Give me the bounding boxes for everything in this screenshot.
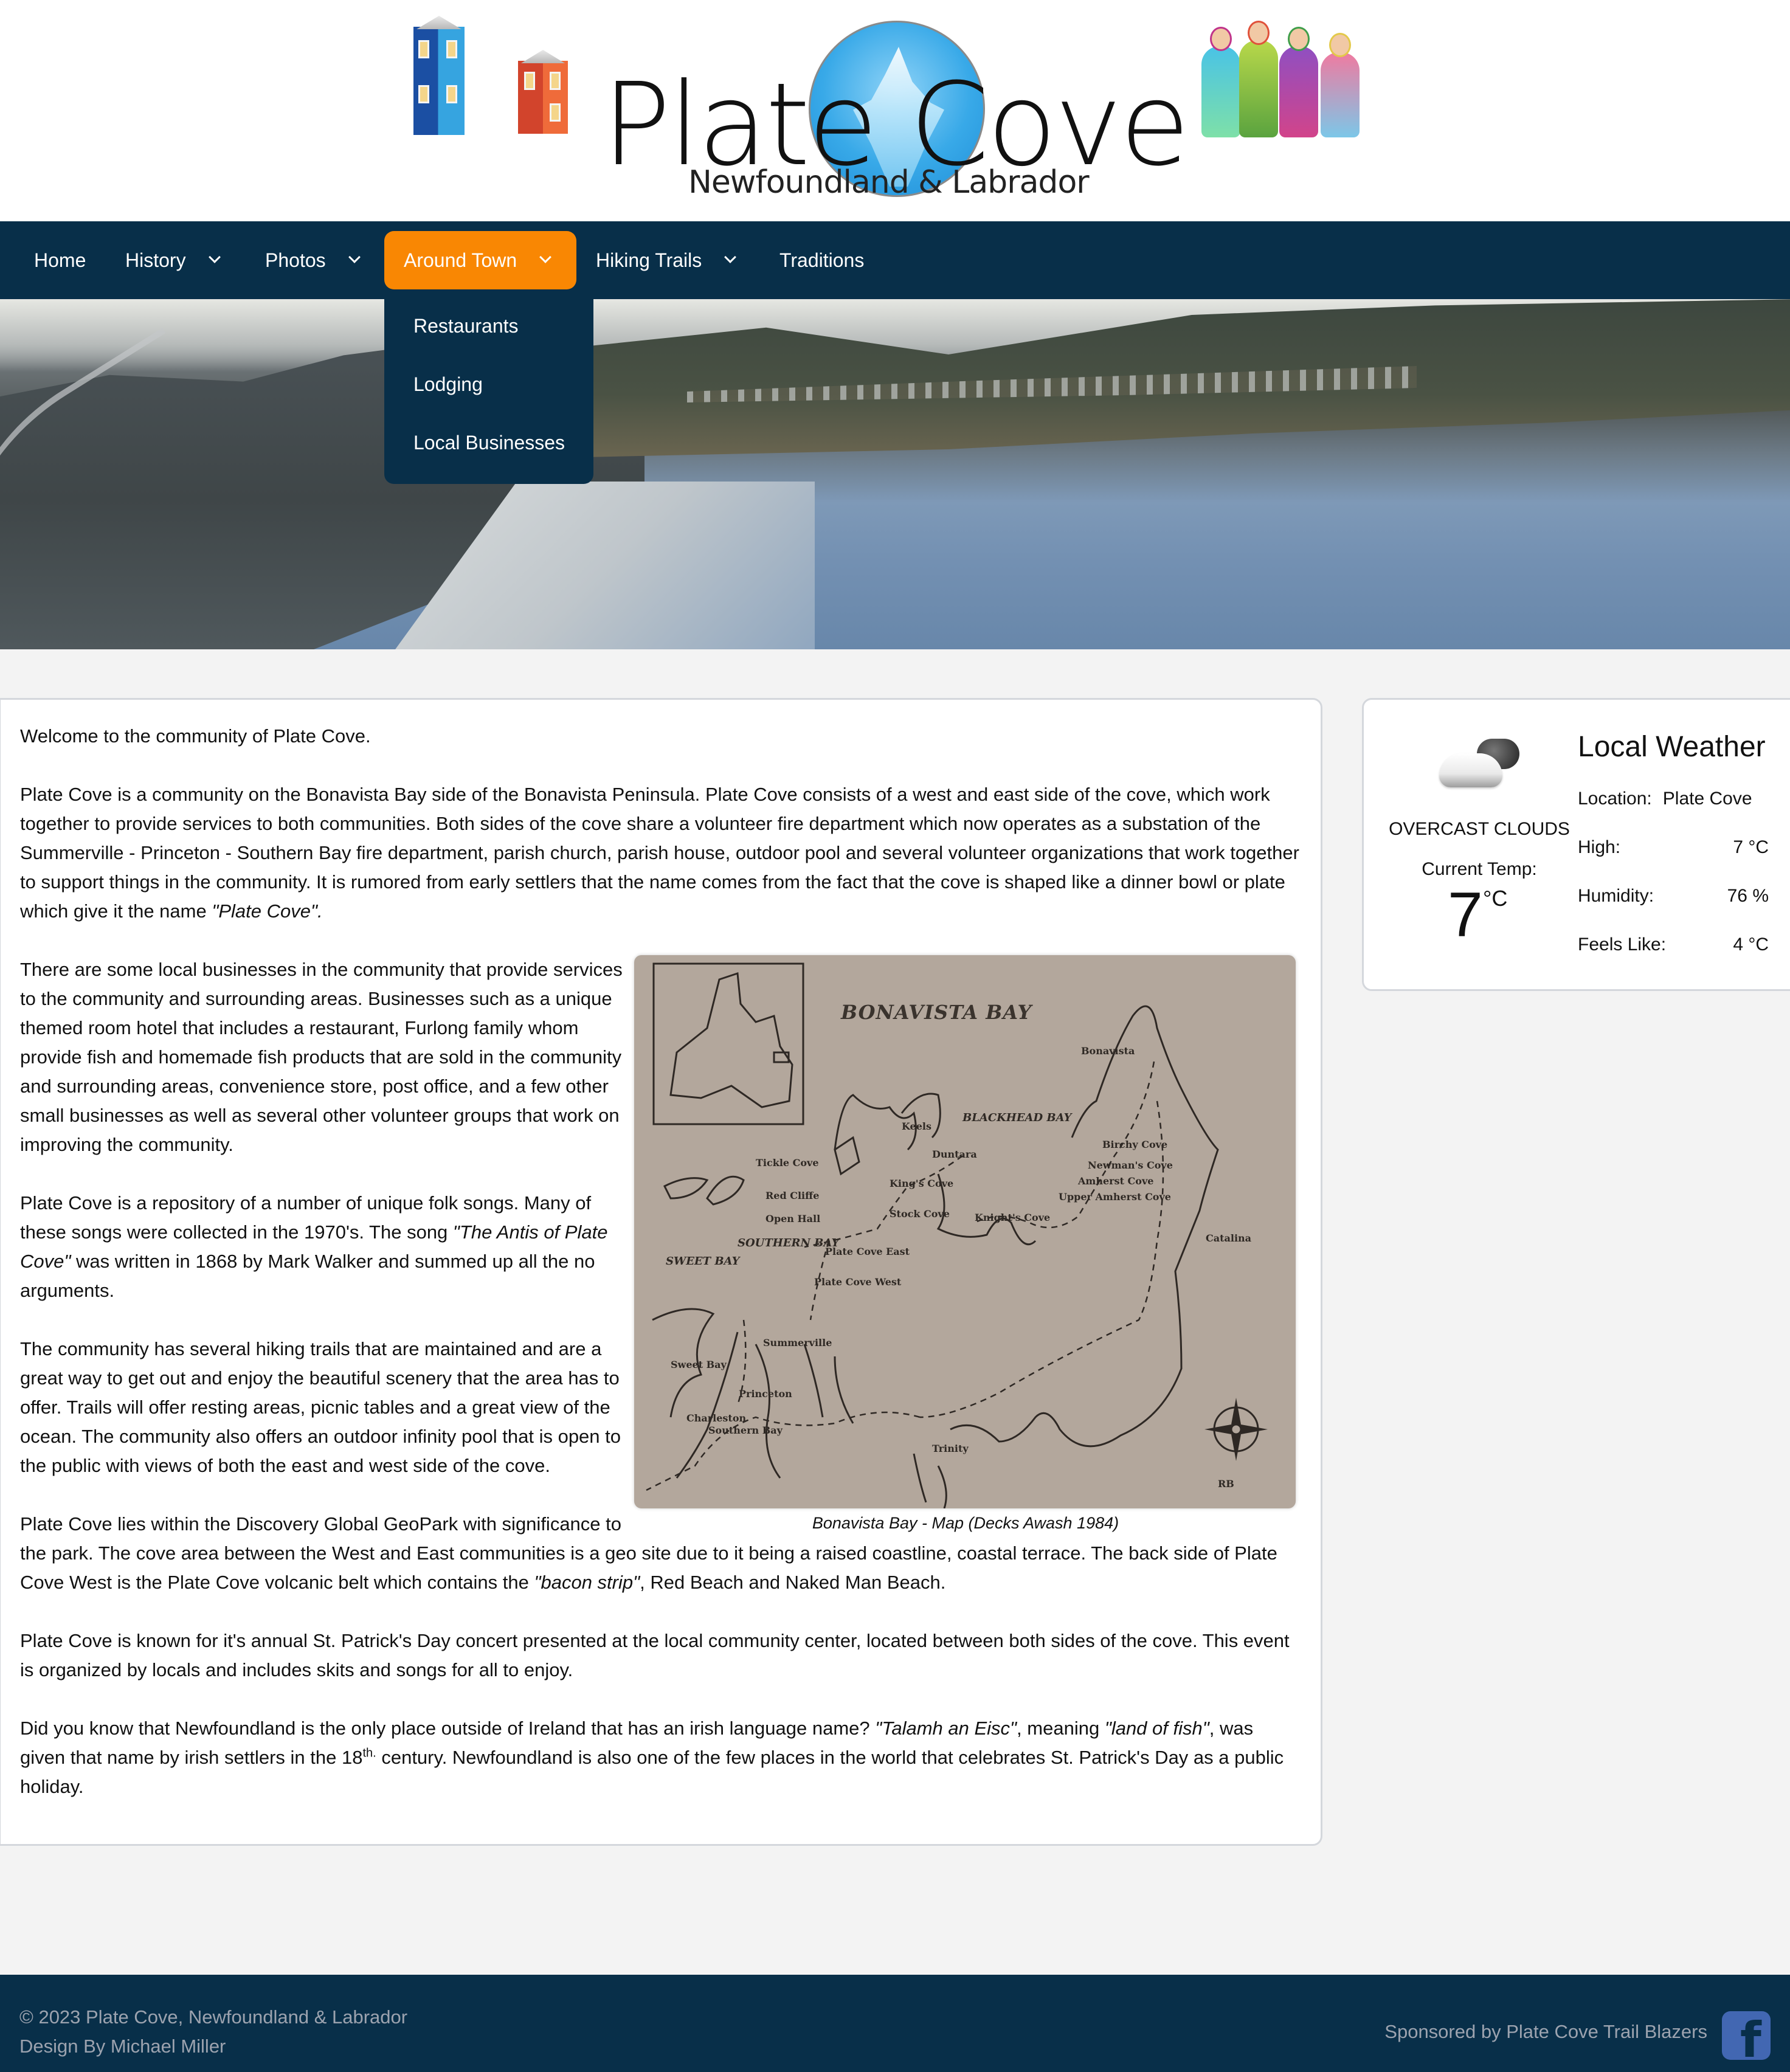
map-title: BONAVISTA BAY: [841, 1001, 1032, 1024]
overcast-clouds-icon: [1439, 736, 1524, 791]
chevron-down-icon: [208, 251, 221, 263]
current-temp-unit: °C: [1483, 886, 1508, 911]
blue-jellybean-house-icon: [413, 16, 465, 135]
map-label: SWEET BAY: [666, 1255, 740, 1268]
map-figure: BONAVISTA BAY BLACKHEAD BAY SOUTHERN BAY…: [634, 955, 1297, 1535]
intro-paragraph: Plate Cove is a community on the Bonavis…: [20, 784, 1299, 922]
map-label: Stock Cove: [890, 1208, 950, 1220]
map-label: Catalina: [1206, 1232, 1252, 1244]
current-temp-value: 7: [1448, 880, 1483, 950]
article-body: Welcome to the community of Plate Cove. …: [20, 722, 1303, 1831]
main-nav: Home History Photos Around Town Hiking T…: [0, 221, 1790, 299]
map-label: Knight's Cove: [975, 1212, 1051, 1223]
sponsor-text: Sponsored by Plate Cove Trail Blazers: [1384, 2021, 1707, 2042]
nav-item-history[interactable]: History: [106, 231, 238, 289]
location-value: Plate Cove: [1662, 789, 1752, 809]
red-jellybean-house-icon: [518, 50, 568, 134]
current-temp-label: Current Temp:: [1422, 859, 1537, 879]
humidity-value: 76 %: [1727, 886, 1769, 906]
chevron-down-icon: [724, 251, 737, 263]
nav-item-label: Hiking Trails: [596, 249, 702, 271]
design-credit: Design By Michael Miller: [19, 2036, 226, 2057]
map-label: Tickle Cove: [756, 1157, 819, 1169]
feels-like-value: 4 °C: [1733, 934, 1769, 955]
welcome-text: Welcome to the community of Plate Cove.: [20, 725, 371, 747]
weather-humidity-row: Humidity: 76 %: [1578, 886, 1769, 906]
dropdown-item-lodging[interactable]: Lodging: [413, 373, 483, 396]
nav-item-around-town[interactable]: Around Town: [384, 231, 576, 289]
humidity-label: Humidity:: [1578, 886, 1654, 906]
high-value: 7 °C: [1733, 837, 1769, 857]
location-label: Location:: [1578, 789, 1652, 809]
nav-item-label: Photos: [265, 249, 326, 271]
weather-title: Local Weather: [1578, 731, 1766, 763]
weather-location-row: Location: Plate Cove: [1578, 789, 1769, 809]
map-label: Keels: [902, 1121, 931, 1132]
map-label: Summerville: [763, 1337, 832, 1349]
map-label: King's Cove: [890, 1178, 954, 1189]
site-footer: © 2023 Plate Cove, Newfoundland & Labrad…: [0, 1975, 1790, 2072]
map-label: Plate Cove West: [814, 1276, 902, 1288]
weather-condition: OVERCAST CLOUDS: [1389, 819, 1570, 839]
did-you-know-paragraph: Did you know that Newfoundland is the on…: [20, 1718, 1284, 1797]
map-label: Duntara: [932, 1148, 977, 1160]
chevron-down-icon: [539, 251, 552, 263]
map-caption: Bonavista Bay - Map (Decks Awash 1984): [812, 1514, 1119, 1532]
st-patricks-paragraph: Plate Cove is known for it's annual St. …: [20, 1630, 1290, 1680]
dropdown-item-local-businesses[interactable]: Local Businesses: [413, 432, 565, 454]
map-label: Upper Amherst Cove: [1059, 1191, 1171, 1203]
nav-item-hiking-trails[interactable]: Hiking Trails: [576, 231, 754, 289]
copyright-text: © 2023 Plate Cove, Newfoundland & Labrad…: [19, 2006, 408, 2028]
main-content-card: Welcome to the community of Plate Cove. …: [0, 698, 1322, 1846]
dropdown-item-restaurants[interactable]: Restaurants: [413, 315, 519, 337]
nav-item-home[interactable]: Home: [15, 231, 105, 289]
nav-item-label: History: [125, 249, 186, 271]
weather-high-row: High: 7 °C: [1578, 837, 1769, 858]
nav-item-label: Home: [34, 249, 86, 271]
map-label: Southern Bay: [708, 1424, 783, 1436]
map-label: Sweet Bay: [671, 1359, 727, 1370]
feels-like-label: Feels Like:: [1578, 934, 1667, 955]
nav-item-photos[interactable]: Photos: [246, 231, 378, 289]
map-label: Open Hall: [765, 1213, 821, 1224]
compass-rose-icon: [1204, 1398, 1268, 1461]
weather-feels-like-row: Feels Like: 4 °C: [1578, 934, 1769, 955]
map-label: Bonavista: [1081, 1045, 1135, 1057]
map-signature: RB: [1218, 1478, 1234, 1490]
nav-item-label: Around Town: [404, 249, 517, 271]
bonavista-bay-map[interactable]: BONAVISTA BAY BLACKHEAD BAY SOUTHERN BAY…: [634, 955, 1296, 1508]
site-header: Plate Cove Newfoundland & Labrador: [0, 0, 1790, 221]
map-label: BLACKHEAD BAY: [962, 1111, 1072, 1124]
around-town-dropdown: Restaurants Lodging Local Businesses: [384, 299, 593, 484]
map-label: Trinity: [932, 1443, 969, 1454]
high-label: High:: [1578, 837, 1621, 857]
chevron-down-icon: [348, 251, 361, 263]
hero-image: [0, 299, 1790, 649]
mummers-illustration-icon: [1201, 21, 1384, 137]
map-label: Plate Cove East: [825, 1246, 910, 1257]
nav-item-label: Traditions: [779, 249, 865, 271]
weather-widget: OVERCAST CLOUDS Current Temp: 7 °C Local…: [1362, 698, 1790, 991]
map-label: Princeton: [739, 1388, 792, 1400]
nav-item-traditions[interactable]: Traditions: [760, 231, 883, 289]
facebook-icon[interactable]: f: [1722, 2011, 1771, 2060]
logo-subtitle: Newfoundland & Labrador: [688, 164, 1090, 201]
site-logo[interactable]: Plate Cove Newfoundland & Labrador: [407, 16, 1380, 209]
